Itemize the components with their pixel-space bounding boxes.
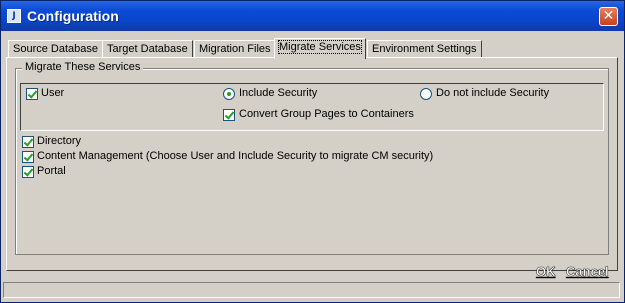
include-security-radio[interactable] bbox=[223, 88, 235, 100]
tab-target-database[interactable]: Target Database bbox=[102, 40, 193, 58]
window-title: Configuration bbox=[27, 8, 119, 24]
status-bar bbox=[3, 282, 620, 298]
portal-label: Portal bbox=[37, 165, 66, 177]
app-icon: J bbox=[7, 9, 21, 23]
tab-label: Migration Files bbox=[199, 43, 271, 55]
tab-migration-files[interactable]: Migration Files bbox=[194, 40, 276, 58]
content-management-label: Content Management (Choose User and Incl… bbox=[37, 150, 434, 162]
tab-panel-migrate-services: Migrate These Services User Include Secu… bbox=[6, 57, 618, 271]
migrate-services-group: Migrate These Services User Include Secu… bbox=[15, 61, 609, 255]
content-management-checkbox[interactable] bbox=[22, 151, 34, 163]
cancel-button[interactable]: Cancel bbox=[566, 264, 609, 279]
group-legend: Migrate These Services bbox=[22, 61, 144, 73]
no-security-label: Do not include Security bbox=[436, 87, 550, 99]
close-icon: ✕ bbox=[602, 8, 615, 24]
tab-label: Target Database bbox=[107, 43, 188, 55]
portal-checkbox[interactable] bbox=[22, 166, 34, 178]
ok-button[interactable]: OK bbox=[536, 264, 556, 279]
tab-migrate-services[interactable]: Migrate Services bbox=[274, 38, 366, 59]
tab-environment-settings[interactable]: Environment Settings bbox=[367, 40, 482, 58]
convert-groups-label: Convert Group Pages to Containers bbox=[239, 108, 414, 120]
directory-label: Directory bbox=[37, 135, 82, 147]
user-options-box: User Include Security Do not include Sec… bbox=[20, 83, 604, 131]
dialog-body: Source Database Target Database Migratio… bbox=[3, 31, 622, 299]
tab-label: Migrate Services bbox=[278, 40, 362, 54]
tab-label: Environment Settings bbox=[372, 43, 477, 55]
tab-label: Source Database bbox=[13, 43, 98, 55]
title-bar[interactable]: J Configuration ✕ bbox=[1, 1, 624, 31]
user-label: User bbox=[41, 87, 65, 99]
directory-checkbox[interactable] bbox=[22, 136, 34, 148]
user-checkbox[interactable] bbox=[26, 88, 38, 100]
close-button[interactable]: ✕ bbox=[599, 7, 618, 26]
no-security-radio[interactable] bbox=[420, 88, 432, 100]
tab-source-database[interactable]: Source Database bbox=[8, 40, 103, 58]
convert-groups-checkbox[interactable] bbox=[223, 109, 235, 121]
configuration-window: J Configuration ✕ Source Database Target… bbox=[0, 0, 625, 303]
include-security-label: Include Security bbox=[239, 87, 318, 99]
